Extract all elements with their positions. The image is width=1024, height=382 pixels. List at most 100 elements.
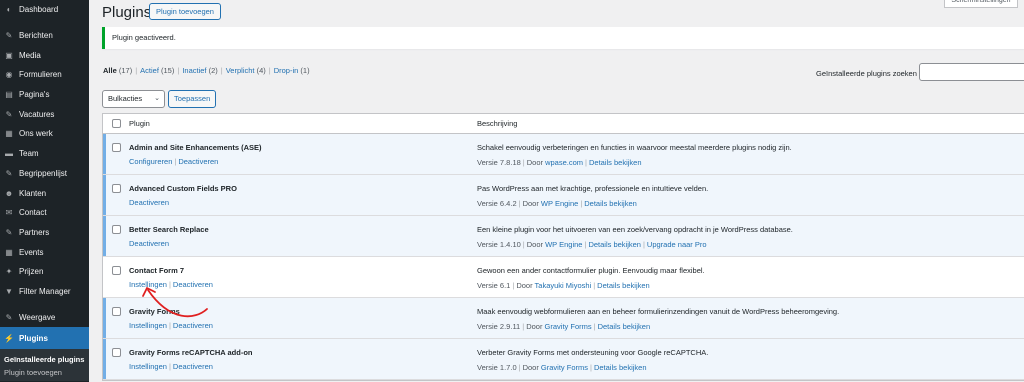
sidebar-item-pagina-s[interactable]: ▤ Pagina's [0,85,89,105]
bulk-actions-value: Bulkacties [108,94,143,103]
action-instellingen[interactable]: Instellingen [129,280,167,289]
filter-link[interactable]: Actief (15) [140,66,174,75]
row-checkbox[interactable] [111,143,121,152]
row-checkbox[interactable] [111,307,121,316]
action-instellingen[interactable]: Instellingen [129,362,167,371]
sidebar-item-contact[interactable]: ✉ Contact [0,203,89,223]
plugin-author-link[interactable]: wpase.com [545,158,583,167]
filter-link[interactable]: Drop-in (1) [274,66,310,75]
awards-icon: ✦ [5,267,13,277]
by-label: Door [522,363,539,372]
row-checkbox-cell [103,175,129,215]
sidebar-item-media[interactable]: ▣ Media [0,45,89,65]
sidebar-item-weergave[interactable]: ✎ Weergave [0,307,89,327]
sidebar-item-vacatures[interactable]: ✎ Vacatures [0,104,89,124]
column-header-description: Beschrijving [477,119,518,128]
apply-button[interactable]: Toepassen [168,90,217,108]
row-actions: Instellingen | Deactiveren [129,362,477,371]
plugin-author-link[interactable]: Takayuki Miyoshi [535,281,592,290]
row-checkbox[interactable] [111,266,121,275]
team-icon: ▬ [5,149,13,159]
sidebar-item-team[interactable]: ▬ Team [0,144,89,164]
details-link[interactable]: Upgrade naar Pro [647,240,707,249]
row-checkbox[interactable] [111,348,121,357]
plugin-description-cell: Verbeter Gravity Forms met ondersteuning… [477,339,1024,379]
action-deactiveren[interactable]: Deactiveren [178,157,218,166]
action-instellingen[interactable]: Instellingen [129,321,167,330]
plugin-author-link[interactable]: WP Engine [545,240,582,249]
meta-separator: | [522,158,525,167]
plugin-description: Gewoon een ander contactformulier plugin… [477,266,705,275]
meta-separator: | [522,240,525,249]
plugin-author-link[interactable]: Gravity Forms [541,363,588,372]
add-plugin-button[interactable]: Plugin toevoegen [149,3,221,20]
chevron-down-icon: ⌄ [154,95,160,102]
sidebar-item-filter-manager[interactable]: ▼ Filter Manager [0,282,89,302]
table-row: Contact Form 7 Instellingen | Deactiveren Ge… [103,257,1024,298]
plugin-author-link[interactable]: WP Engine [541,199,578,208]
meta-separator: | [518,199,521,208]
plugin-name-cell: Gravity Forms reCAPTCHA add-on Instelling… [129,339,477,379]
sidebar-item-label: Team [19,149,39,159]
details-link[interactable]: Details bekijken [598,322,651,331]
plugin-title: Contact Form 7 [129,266,185,275]
details-link[interactable]: Details bekijken [588,240,641,249]
sidebar-item-plugins[interactable]: ⚡ Plugins [0,327,89,349]
filter-count: (17) [118,66,133,75]
sidebar-item-klanten[interactable]: ☻ Klanten [0,183,89,203]
filter-count: (4) [256,66,266,75]
sidebar-item-label: Klanten [19,188,47,198]
plugin-name-cell: Advanced Custom Fields PRO Deactiveren [129,175,477,215]
events-icon: ▦ [5,247,13,257]
row-checkbox[interactable] [111,225,121,234]
sidebar-item-events[interactable]: ▦ Events [0,242,89,262]
bulk-actions-select[interactable]: Bulkacties ⌄ [102,90,165,108]
plugins-submenu: Geïnstalleerde plugins Plugin toevoegen [0,349,89,381]
sidebar-item-formulieren[interactable]: ◉ Formulieren [0,65,89,85]
sidebar-item-partners[interactable]: ✎ Partners [0,223,89,243]
plugin-title: Advanced Custom Fields PRO [129,184,237,193]
sidebar-item-berichten[interactable]: ✎ Berichten [0,26,89,46]
sidebar-item-prijzen[interactable]: ✦ Prijzen [0,262,89,282]
admin-sidebar: ◐ Dashboard ✎ Berichten ▣ Media ◉ Formulieren ▤ P… [0,0,89,382]
details-link[interactable]: Details bekijken [589,158,642,167]
select-all-checkbox[interactable] [111,119,121,128]
plugin-name-cell: Gravity Forms Instellingen | Deactiveren [129,298,477,338]
filter-link[interactable]: Inactief (2) [182,66,217,75]
details-link[interactable]: Details bekijken [597,281,650,290]
action-deactiveren[interactable]: Deactiveren [173,280,213,289]
details-link[interactable]: Details bekijken [594,363,647,372]
sidebar-item-begrippenlijst[interactable]: ✎ Begrippenlijst [0,164,89,184]
details-link[interactable]: Details bekijken [584,199,637,208]
filter-link[interactable]: Alle (17) [103,66,132,75]
row-checkbox[interactable] [111,184,121,193]
submenu-item[interactable]: Plugin toevoegen [0,366,89,379]
action-deactiveren[interactable]: Deactiveren [129,198,169,207]
table-row: Admin and Site Enhancements (ASE) Configu… [103,134,1024,175]
sidebar-item-label: Pagina's [19,90,50,100]
action-deactiveren[interactable]: Deactiveren [173,362,213,371]
action-deactiveren[interactable]: Deactiveren [129,239,169,248]
active-indicator [103,216,106,256]
sidebar-item-dashboard[interactable]: ◐ Dashboard [0,0,89,20]
sidebar-item-label: Plugins [19,333,48,343]
action-configureren[interactable]: Configureren [129,157,172,166]
search-input[interactable] [919,63,1024,81]
pin-icon: ✎ [5,168,13,178]
row-actions: Instellingen | Deactiveren [129,280,477,289]
plugin-meta: Versie 6.1 | Door Takayuki Miyoshi | Details… [477,281,1024,290]
sidebar-item-label: Formulieren [19,70,62,80]
sidebar-item-label: Contact [19,208,47,218]
submenu-item[interactable]: Geïnstalleerde plugins [0,353,89,366]
briefcase-icon: ▦ [5,129,13,139]
action-deactiveren[interactable]: Deactiveren [173,321,213,330]
filter-link[interactable]: Verplicht (4) [226,66,266,75]
table-row: Gravity Forms Instellingen | Deactiveren Maa… [103,298,1024,339]
plugin-version: Versie 7.8.18 [477,158,521,167]
screen-options-button[interactable]: Scherminstellingen [944,0,1018,8]
plugin-meta: Versie 1.4.10 | Door WP Engine | Details bek… [477,240,1024,249]
appearance-icon: ✎ [5,312,13,322]
plugin-meta: Versie 6.4.2 | Door WP Engine | Details beki… [477,199,1024,208]
sidebar-item-ons-werk[interactable]: ▦ Ons werk [0,124,89,144]
plugin-author-link[interactable]: Gravity Forms [545,322,592,331]
